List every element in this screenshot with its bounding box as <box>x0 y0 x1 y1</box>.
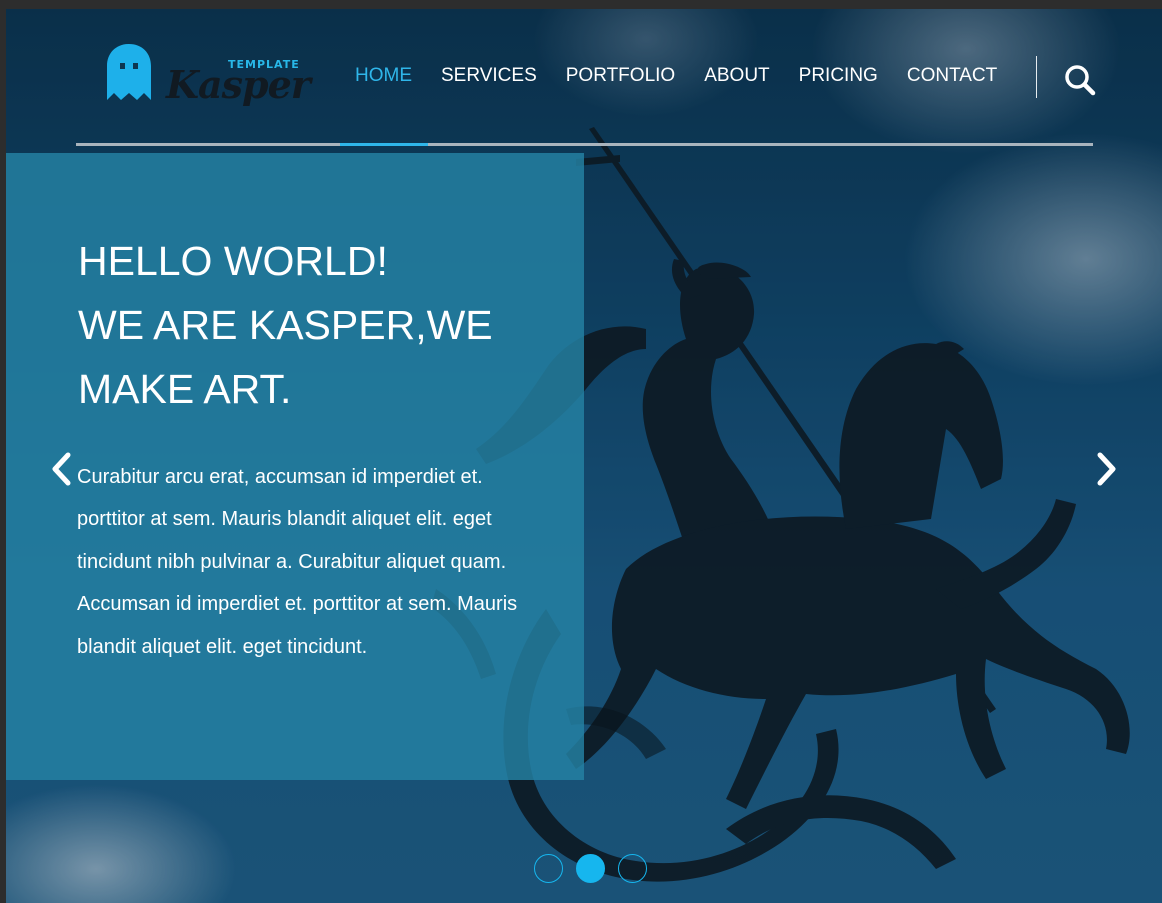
nav-divider <box>1036 56 1037 98</box>
nav-item-pricing[interactable]: PRICING <box>799 65 878 87</box>
hero-title-line: MAKE ART. <box>78 366 292 412</box>
nav-item-services[interactable]: SERVICES <box>441 65 537 87</box>
main-nav: HOME SERVICES PORTFOLIO ABOUT PRICING CO… <box>355 65 1026 87</box>
nav-item-portfolio[interactable]: PORTFOLIO <box>566 65 675 87</box>
slider-dot-1[interactable] <box>534 854 563 883</box>
nav-item-contact[interactable]: CONTACT <box>907 65 997 87</box>
chevron-left-icon[interactable] <box>46 449 76 489</box>
slider-dot-3[interactable] <box>618 854 647 883</box>
hero-title-line: HELLO WORLD! <box>78 238 388 284</box>
chevron-right-icon[interactable] <box>1092 449 1122 489</box>
search-icon[interactable] <box>1063 63 1097 97</box>
hero-panel: HELLO WORLD! WE ARE KASPER,WE MAKE ART. … <box>6 153 584 780</box>
slider-dot-2[interactable] <box>576 854 605 883</box>
nav-active-indicator <box>340 143 428 146</box>
hero-title-line: WE ARE KASPER,WE <box>78 302 493 348</box>
nav-item-home[interactable]: HOME <box>355 65 412 87</box>
nav-underline <box>76 143 1093 146</box>
hero-title: HELLO WORLD! WE ARE KASPER,WE MAKE ART. <box>78 229 548 421</box>
nav-item-about[interactable]: ABOUT <box>704 65 769 87</box>
slider-pagination <box>534 854 660 883</box>
logo-wordmark: Kasper <box>166 62 311 107</box>
brand-logo[interactable]: TEMPLATE Kasper <box>106 43 311 113</box>
hero-slider: TEMPLATE Kasper HOME SERVICES PORTFOLIO … <box>6 9 1162 903</box>
ghost-icon <box>107 44 151 100</box>
hero-description: Curabitur arcu erat, accumsan id imperdi… <box>77 466 518 658</box>
